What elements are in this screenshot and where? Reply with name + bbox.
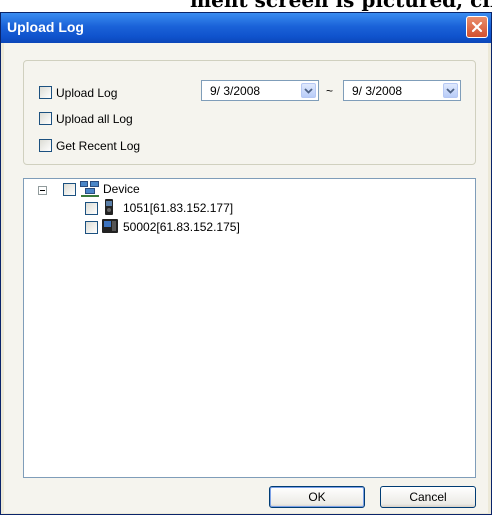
window-title: Upload Log bbox=[7, 19, 84, 35]
get-recent-log-label: Get Recent Log bbox=[56, 139, 141, 153]
close-button[interactable] bbox=[466, 16, 488, 38]
upload-log-checkbox[interactable] bbox=[39, 86, 52, 99]
chevron-down-icon bbox=[304, 87, 313, 94]
get-recent-log-checkbox[interactable] bbox=[39, 139, 52, 152]
upload-log-label: Upload Log bbox=[56, 86, 118, 100]
reader-device-icon bbox=[102, 219, 118, 233]
tree-root-label: Device bbox=[103, 182, 140, 196]
device-1051-checkbox[interactable] bbox=[85, 202, 98, 215]
title-bar[interactable]: Upload Log bbox=[1, 13, 491, 43]
dialog-body: Upload Log 9/ 3/2008 ~ 9/ 3/2008 Upload … bbox=[4, 43, 488, 513]
date-to-dropdown-button[interactable] bbox=[443, 83, 458, 98]
upload-all-log-label: Upload all Log bbox=[56, 112, 133, 126]
date-from-select[interactable]: 9/ 3/2008 bbox=[201, 80, 319, 101]
date-from-dropdown-button[interactable] bbox=[301, 83, 316, 98]
device-root-checkbox[interactable] bbox=[63, 183, 76, 196]
close-icon bbox=[471, 21, 483, 33]
options-group: Upload Log 9/ 3/2008 ~ 9/ 3/2008 Upload … bbox=[23, 60, 476, 165]
date-to-value: 9/ 3/2008 bbox=[352, 84, 403, 98]
date-from-value: 9/ 3/2008 bbox=[210, 84, 261, 98]
device-tree: Device 1051[61.83.152.177] 50002[61.83.1… bbox=[23, 178, 476, 478]
ok-button[interactable]: OK bbox=[269, 486, 365, 508]
date-to-select[interactable]: 9/ 3/2008 bbox=[343, 80, 461, 101]
collapse-toggle[interactable] bbox=[38, 186, 47, 195]
terminal-device-icon bbox=[105, 199, 113, 215]
chevron-down-icon bbox=[446, 87, 455, 94]
device-50002-checkbox[interactable] bbox=[85, 221, 98, 234]
device-group-icon bbox=[80, 181, 99, 197]
date-range-separator: ~ bbox=[326, 84, 334, 98]
upload-log-dialog: Upload Log Upload Log 9/ 3/2008 ~ 9/ 3/2… bbox=[0, 12, 492, 515]
upload-all-log-checkbox[interactable] bbox=[39, 112, 52, 125]
cancel-button[interactable]: Cancel bbox=[380, 486, 476, 508]
device-1051-label: 1051[61.83.152.177] bbox=[123, 201, 234, 215]
device-50002-label: 50002[61.83.152.175] bbox=[123, 220, 240, 234]
